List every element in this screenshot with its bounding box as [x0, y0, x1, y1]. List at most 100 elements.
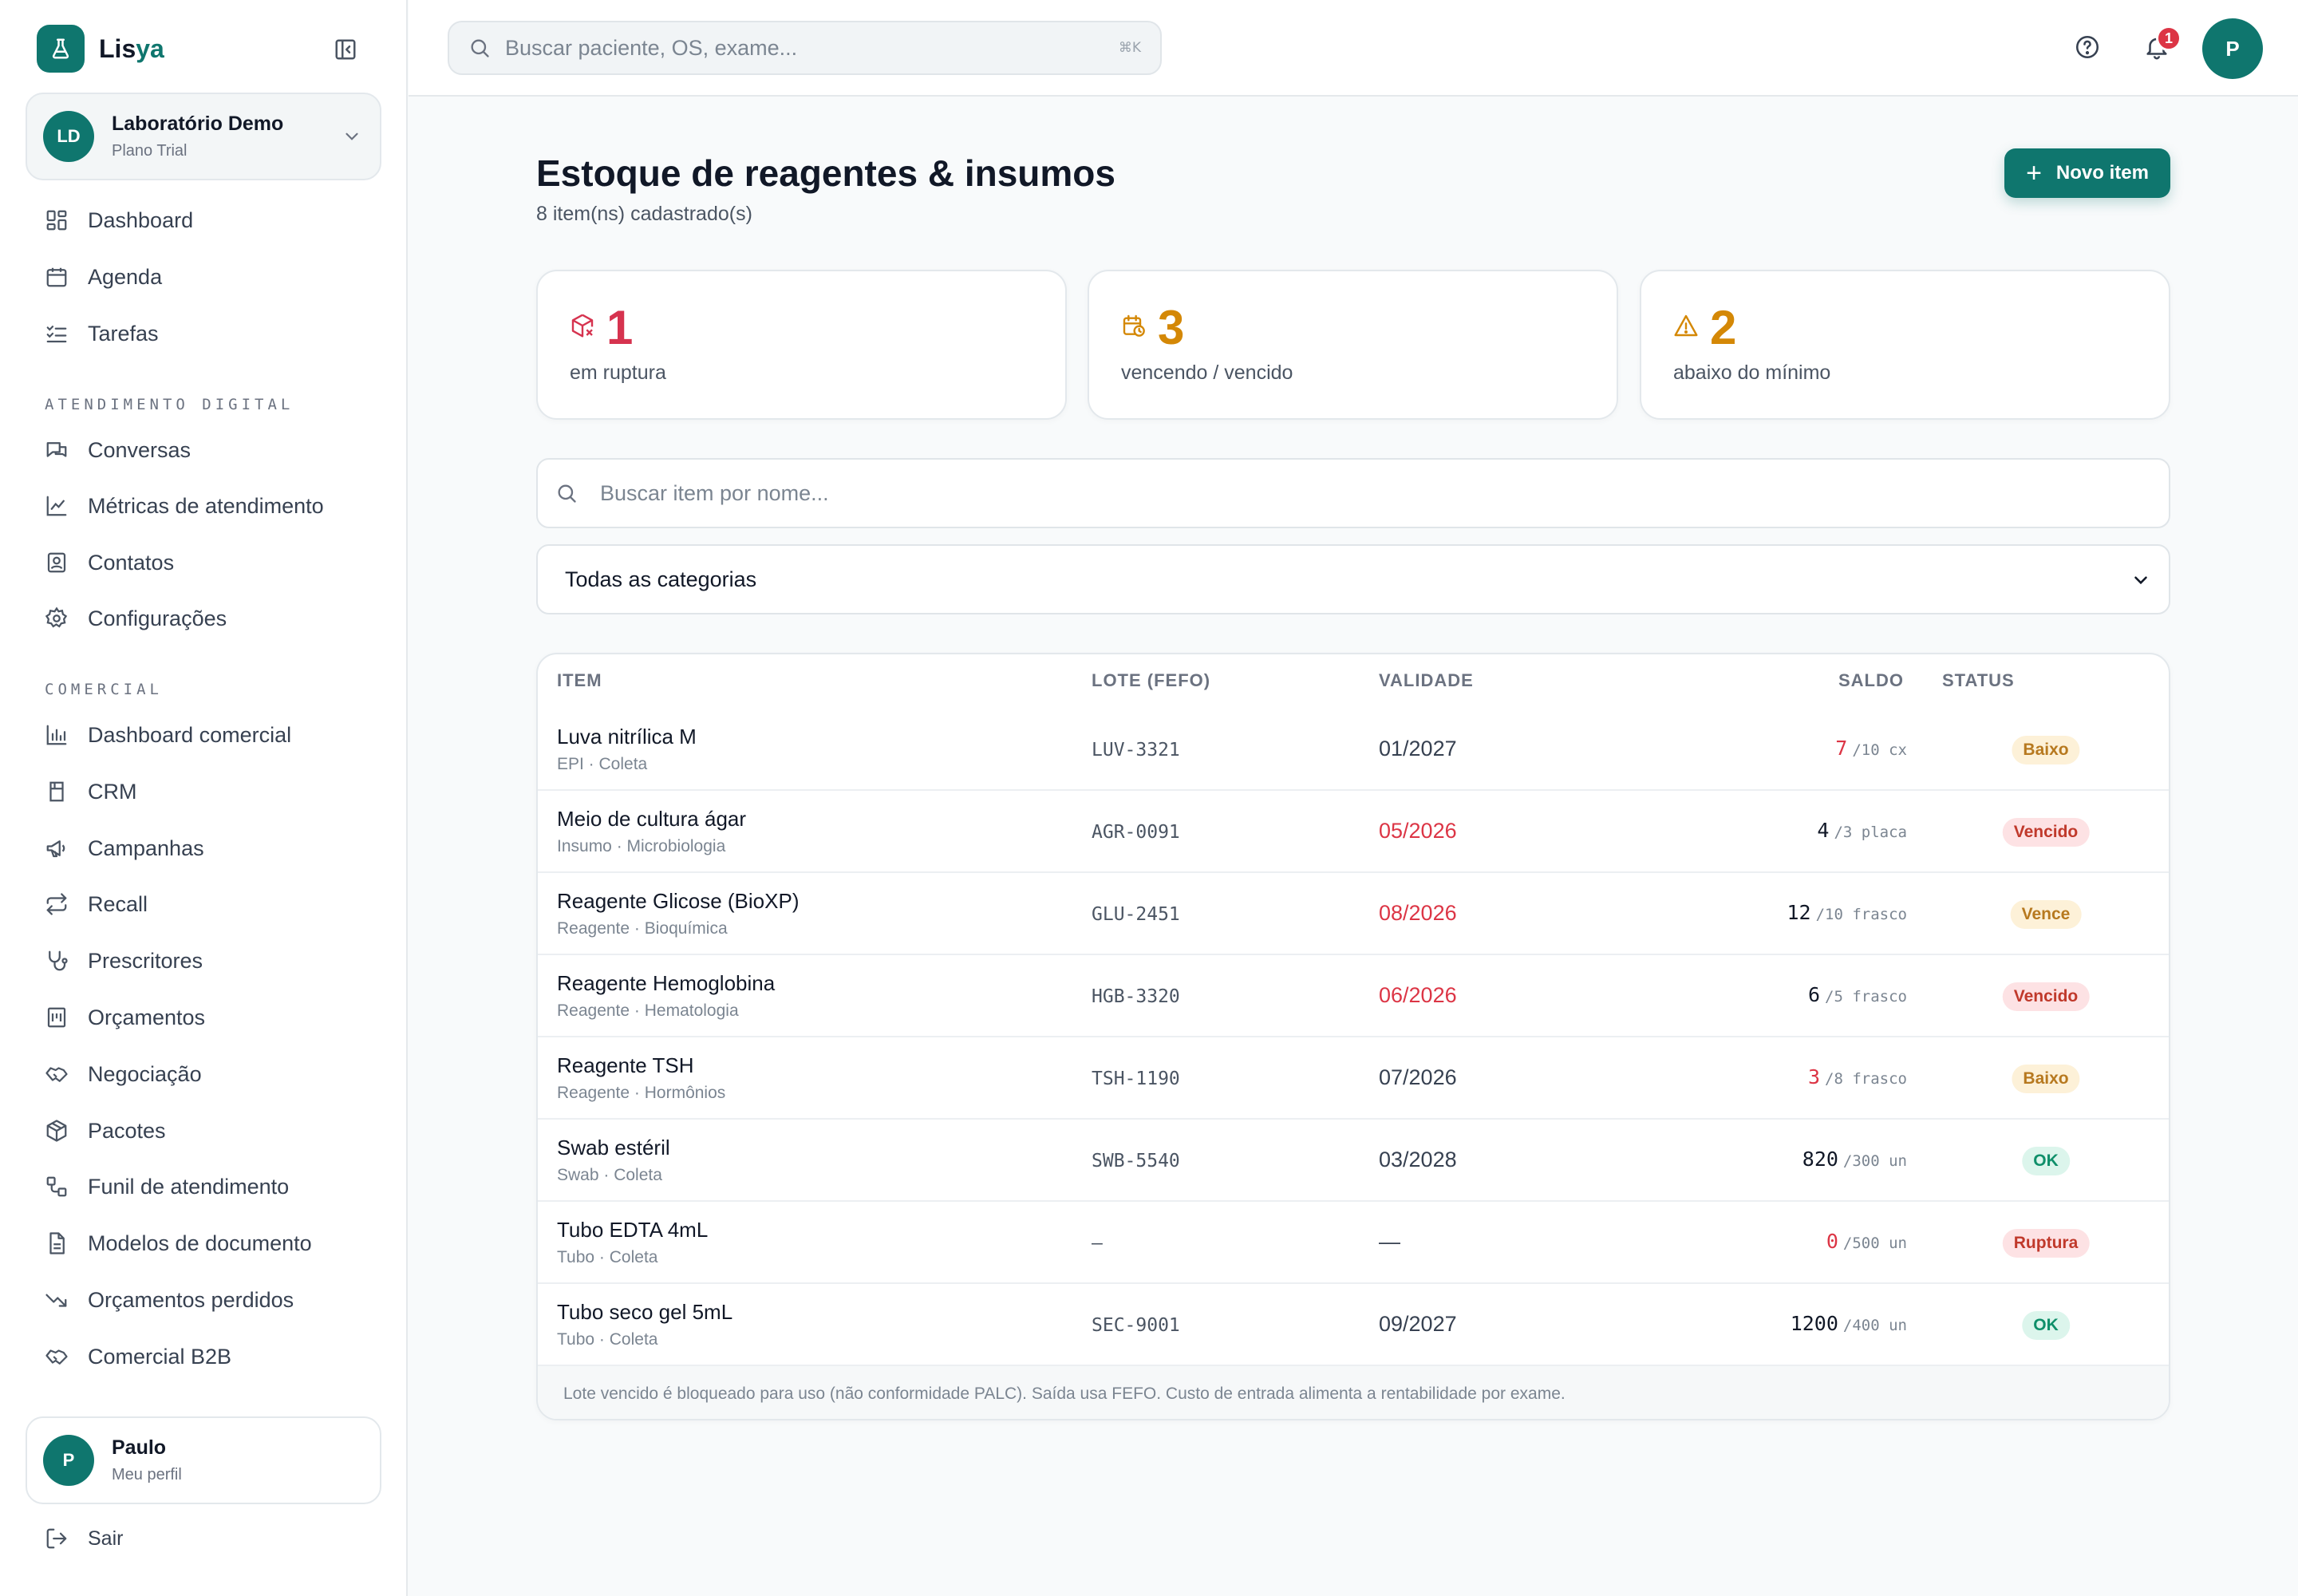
profile-name: Paulo	[112, 1436, 167, 1459]
item-lote: SEC-9001	[1092, 1315, 1180, 1336]
table-row[interactable]: Tubo seco gel 5mL Tubo · Coleta SEC-9001 09…	[538, 1284, 2169, 1366]
collapse-sidebar-icon[interactable]	[332, 36, 359, 63]
nav-comercial-b2b[interactable]: Comercial B2B	[45, 1339, 231, 1374]
nav-prescritores[interactable]: Prescritores	[45, 943, 203, 978]
header-saldo: Saldo	[1838, 670, 1904, 690]
item-lote: HGB-3320	[1092, 986, 1180, 1007]
nav-campanhas[interactable]: Campanhas	[45, 831, 204, 866]
saldo-quantity: 7	[1835, 737, 1848, 760]
nav-metricas[interactable]: Métricas de atendimento	[45, 488, 324, 523]
header-validade: Validade	[1379, 670, 1474, 690]
nav-label: Recall	[88, 891, 148, 916]
new-item-button[interactable]: + Novo item	[2004, 148, 2170, 198]
nav-label: Comercial B2B	[88, 1344, 232, 1369]
brand[interactable]: Lisya	[37, 25, 164, 73]
table-row[interactable]: Reagente Hemoglobina Reagente · Hematolog…	[538, 955, 2169, 1037]
nav-dashboard-comercial[interactable]: Dashboard comercial	[45, 717, 291, 753]
status-badge: Vencido	[2002, 818, 2090, 847]
page-title: Estoque de reagentes & insumos	[536, 152, 1115, 194]
inventory-table: Item Lote (FEFO) Validade Saldo Status L…	[536, 653, 2170, 1420]
nav-orcamentos[interactable]: Orçamentos	[45, 1000, 205, 1035]
flask-icon	[37, 25, 85, 73]
item-lote: GLU-2451	[1092, 904, 1180, 925]
item-category: EPI · Coleta	[557, 755, 648, 773]
nav-pacotes[interactable]: Pacotes	[45, 1113, 166, 1148]
chart-line-icon	[46, 496, 67, 516]
item-name: Tubo EDTA 4mL	[557, 1218, 709, 1242]
stat-value: 2	[1710, 301, 1737, 354]
item-saldo: 12/10 frasco	[1787, 901, 1908, 924]
help-icon[interactable]	[2074, 34, 2101, 65]
saldo-quantity: 6	[1807, 983, 1821, 1006]
nav-label: Negociação	[88, 1061, 202, 1086]
table-row[interactable]: Swab estéril Swab · Coleta SWB-5540 03/2028…	[538, 1120, 2169, 1202]
item-name: Swab estéril	[557, 1136, 670, 1159]
header-status: Status	[1942, 670, 2015, 690]
category-select[interactable]: Todas as categorias	[536, 544, 2170, 614]
table-row[interactable]: Reagente TSH Reagente · Hormônios TSH-1190…	[538, 1037, 2169, 1120]
nav-funil[interactable]: Funil de atendimento	[45, 1169, 289, 1204]
nav-agenda[interactable]: Agenda	[45, 259, 162, 294]
handshake-b2b-icon	[45, 1349, 68, 1365]
header-lote: Lote (FEFO)	[1092, 670, 1211, 690]
handshake-icon	[45, 1067, 68, 1082]
chat-icon	[46, 442, 67, 457]
nav-orcamentos-perdidos[interactable]: Orçamentos perdidos	[45, 1282, 294, 1317]
item-validade: 01/2027	[1379, 737, 1457, 760]
nav-modelos-documento[interactable]: Modelos de documento	[45, 1226, 312, 1261]
checklist-icon	[46, 326, 67, 343]
repeat-icon	[46, 893, 67, 915]
nav-label: Conversas	[88, 437, 192, 462]
nav-conversas[interactable]: Conversas	[45, 433, 191, 468]
org-avatar: LD	[43, 111, 94, 162]
table-row[interactable]: Meio de cultura ágar Insumo · Microbiolog…	[538, 791, 2169, 873]
table-row[interactable]: Reagente Glicose (BioXP) Reagente · Bioqu…	[538, 873, 2169, 955]
nav-label: Configurações	[88, 606, 227, 630]
chevron-down-icon	[2130, 570, 2151, 595]
notification-badge: 1	[2156, 26, 2182, 51]
logout-icon	[46, 1528, 67, 1549]
stat-label: em ruptura	[570, 361, 666, 384]
avatar: P	[43, 1435, 94, 1486]
nav-negociacao[interactable]: Negociação	[45, 1057, 202, 1092]
sidebar: Lisya LD Laboratório Demo Plano Trial Da…	[0, 0, 408, 1596]
item-lote: LUV-3321	[1092, 740, 1180, 760]
nav-label: Orçamentos	[88, 1005, 206, 1029]
nav-label: Pacotes	[88, 1118, 166, 1143]
nav-tarefas[interactable]: Tarefas	[45, 316, 159, 351]
saldo-minimum: /10 cx	[1852, 741, 1907, 759]
profile-card[interactable]: P Paulo Meu perfil	[26, 1416, 381, 1504]
table-row[interactable]: Luva nitrílica M EPI · Coleta LUV-3321 01/2…	[538, 709, 2169, 791]
new-item-label: Novo item	[2055, 162, 2149, 184]
profile-sub: Meu perfil	[112, 1466, 182, 1483]
saldo-minimum: /8 frasco	[1825, 1070, 1907, 1088]
user-avatar[interactable]: P	[2202, 18, 2263, 79]
nav-configuracoes[interactable]: Configurações	[45, 601, 227, 636]
stat-label: abaixo do mínimo	[1673, 361, 1831, 384]
gear-icon	[45, 606, 68, 628]
nav-recall[interactable]: Recall	[45, 887, 148, 922]
chevron-down-icon	[342, 126, 362, 151]
saldo-quantity: 820	[1802, 1148, 1838, 1171]
workflow-icon	[46, 1176, 67, 1197]
global-search-input[interactable]: Buscar paciente, OS, exame... ⌘K	[448, 21, 1162, 75]
logout-button[interactable]: Sair	[45, 1527, 123, 1551]
item-lote: —	[1092, 1233, 1103, 1254]
status-badge: Vence	[2010, 900, 2082, 929]
table-row[interactable]: Tubo EDTA 4mL Tubo · Coleta — — 0/500 un Rupt…	[538, 1202, 2169, 1284]
nav-crm[interactable]: CRM	[45, 774, 137, 809]
calendar-clock-icon	[1121, 313, 1147, 342]
nav-label: CRM	[88, 779, 137, 804]
nav-dashboard[interactable]: Dashboard	[45, 203, 193, 238]
item-search-placeholder: Buscar item por nome...	[600, 480, 829, 505]
status-badge: Baixo	[2012, 1065, 2080, 1093]
brand-name-part2: ya	[136, 34, 164, 63]
org-switcher[interactable]: LD Laboratório Demo Plano Trial	[26, 93, 381, 180]
item-search-input[interactable]: Buscar item por nome...	[536, 458, 2170, 528]
saldo-quantity: 0	[1826, 1230, 1838, 1253]
stat-card-ruptura: 1 em ruptura	[536, 270, 1067, 420]
nav-label: Tarefas	[88, 321, 159, 346]
saldo-minimum: /10 frasco	[1815, 906, 1907, 923]
item-validade: 07/2026	[1379, 1065, 1457, 1089]
nav-contatos[interactable]: Contatos	[45, 545, 174, 580]
